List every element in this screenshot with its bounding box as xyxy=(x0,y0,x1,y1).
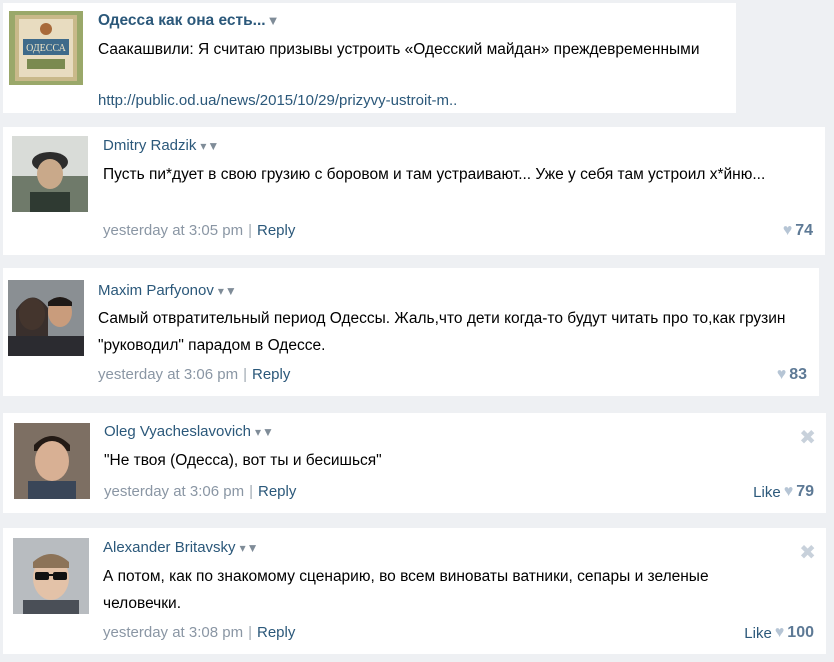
like-count: 100 xyxy=(787,624,814,641)
svg-text:ОДЕССА: ОДЕССА xyxy=(26,43,66,54)
group-name[interactable]: Одесса как она есть...▼ xyxy=(98,12,280,30)
triangle-down-icon[interactable]: ▾▼ xyxy=(240,541,260,555)
heart-icon[interactable]: ♥ xyxy=(775,624,785,642)
like-button[interactable]: ♥ 74 xyxy=(780,222,813,240)
post-card: ОДЕССА Одесса как она есть...▼ Саакашвил… xyxy=(3,3,736,113)
post-title: Саакашвили: Я считаю призывы устроить «О… xyxy=(98,41,700,58)
separator: | xyxy=(248,222,252,239)
comment-meta: yesterday at 3:06 pm | Reply xyxy=(98,366,290,383)
comment-text: "Не твоя (Одесса), вот ты и бесишься" xyxy=(104,452,382,469)
reply-link[interactable]: Reply xyxy=(258,483,296,500)
like-count: 83 xyxy=(789,366,807,383)
close-icon[interactable]: ✖ xyxy=(799,540,816,565)
separator: | xyxy=(243,366,247,383)
reply-link[interactable]: Reply xyxy=(252,366,290,383)
triangle-down-icon[interactable]: ▼ xyxy=(267,13,281,28)
avatar[interactable] xyxy=(13,538,89,614)
author-name[interactable]: Maxim Parfyonov ▾▼ xyxy=(98,282,238,299)
avatar[interactable] xyxy=(12,136,88,212)
like-button[interactable]: Like ♥ 100 xyxy=(744,624,814,642)
comment-text: А потом, как по знакомому сценарию, во в… xyxy=(103,568,709,612)
triangle-down-icon[interactable]: ▾▼ xyxy=(218,284,238,298)
comment-time[interactable]: yesterday at 3:08 pm xyxy=(103,624,243,641)
group-avatar[interactable]: ОДЕССА xyxy=(9,11,83,85)
author-name[interactable]: Alexander Britavsky ▾▼ xyxy=(103,539,259,556)
comment-card: Maxim Parfyonov ▾▼ Самый отвратительный п… xyxy=(3,268,819,396)
avatar[interactable] xyxy=(8,280,84,356)
comment-meta: yesterday at 3:08 pm | Reply xyxy=(103,624,295,641)
post-link[interactable]: http://public.od.ua/news/2015/10/29/priz… xyxy=(98,92,457,109)
like-count: 79 xyxy=(796,483,814,500)
comment-text: Самый отвратительный период Одессы. Жаль… xyxy=(98,310,786,354)
comment-time[interactable]: yesterday at 3:06 pm xyxy=(98,366,238,383)
triangle-down-icon[interactable]: ▾▼ xyxy=(200,139,220,153)
author-name[interactable]: Dmitry Radzik ▾▼ xyxy=(103,137,220,154)
separator: | xyxy=(249,483,253,500)
reply-link[interactable]: Reply xyxy=(257,222,295,239)
comment-text: Пусть пи*дует в свою грузию с боровом и … xyxy=(103,166,766,183)
like-label[interactable]: Like xyxy=(744,625,772,642)
comment-meta: yesterday at 3:05 pm | Reply xyxy=(103,222,295,239)
reply-link[interactable]: Reply xyxy=(257,624,295,641)
triangle-down-icon[interactable]: ▾▼ xyxy=(255,425,275,439)
separator: | xyxy=(248,624,252,641)
comment-card: Alexander Britavsky ▾▼ ✖ А потом, как по … xyxy=(3,528,826,654)
close-icon[interactable]: ✖ xyxy=(799,425,816,450)
author-name[interactable]: Oleg Vyacheslavovich ▾▼ xyxy=(104,423,275,440)
comment-meta: yesterday at 3:06 pm | Reply xyxy=(104,483,296,500)
avatar[interactable] xyxy=(14,423,90,499)
comment-card: Dmitry Radzik ▾▼ Пусть пи*дует в свою гру… xyxy=(3,127,825,255)
like-button[interactable]: ♥ 83 xyxy=(774,366,807,384)
like-count: 74 xyxy=(795,222,813,239)
heart-icon[interactable]: ♥ xyxy=(784,483,794,501)
like-label[interactable]: Like xyxy=(753,484,781,501)
comment-time[interactable]: yesterday at 3:05 pm xyxy=(103,222,243,239)
heart-icon[interactable]: ♥ xyxy=(777,366,787,384)
like-button[interactable]: Like ♥ 79 xyxy=(753,483,814,501)
comment-card: Oleg Vyacheslavovich ▾▼ ✖ "Не твоя (Одесс… xyxy=(3,413,826,513)
comment-time[interactable]: yesterday at 3:06 pm xyxy=(104,483,244,500)
heart-icon[interactable]: ♥ xyxy=(783,222,793,240)
